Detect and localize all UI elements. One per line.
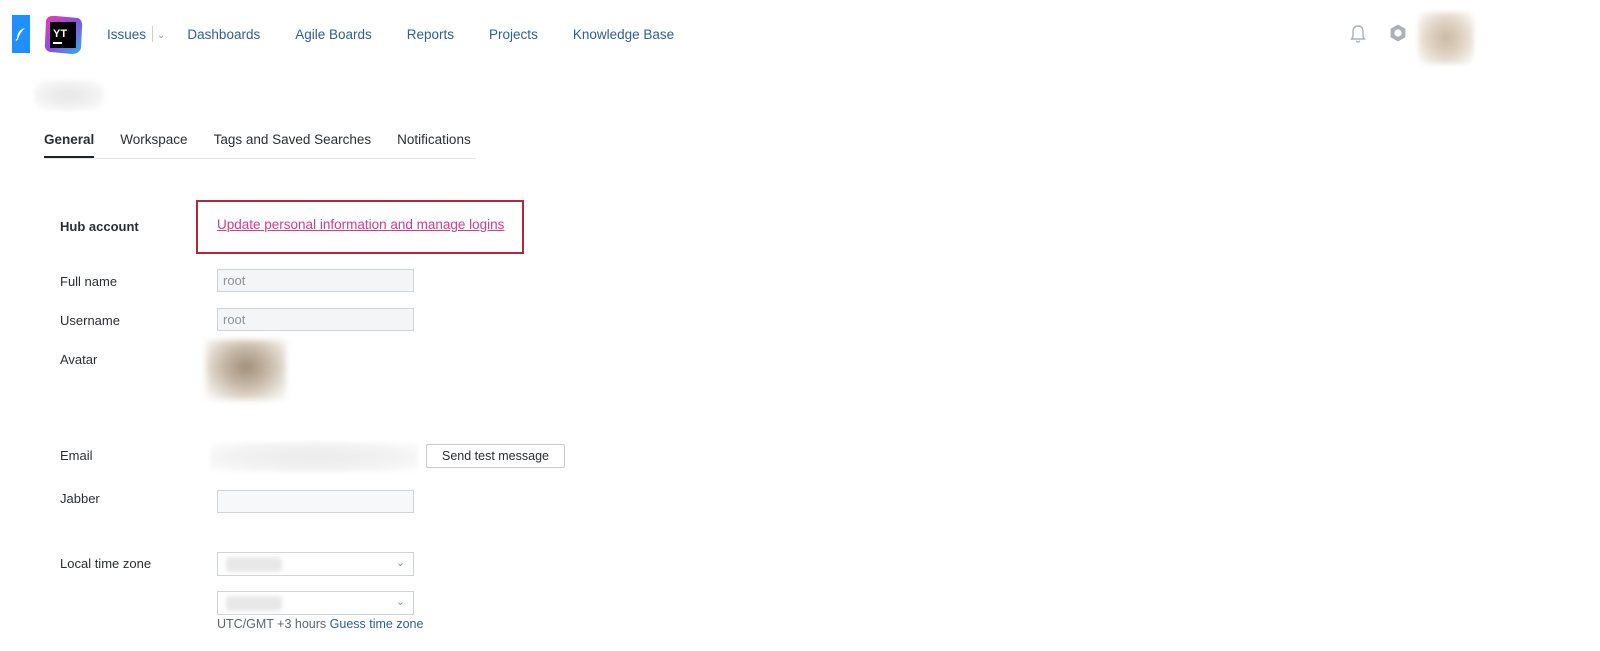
bell-icon[interactable] — [1349, 24, 1367, 47]
full-name-field[interactable] — [217, 269, 414, 292]
main-nav: Issues ⌄ Dashboards Agile Boards Reports… — [107, 26, 709, 42]
timezone-info: UTC/GMT +3 hours Guess time zone — [217, 617, 423, 631]
nav-issues[interactable]: Issues ⌄ — [107, 26, 165, 42]
youtrack-logo-icon[interactable]: YT — [42, 14, 84, 56]
timezone-city-value — [226, 596, 282, 611]
avatar-label: Avatar — [60, 352, 98, 367]
tab-general[interactable]: General — [44, 132, 95, 158]
nav-issues-label[interactable]: Issues — [107, 27, 146, 42]
full-name-label: Full name — [60, 274, 118, 289]
tab-workspace[interactable]: Workspace — [120, 132, 187, 158]
hub-account-label: Hub account — [60, 219, 139, 234]
nav-separator — [152, 26, 154, 42]
timezone-region-value — [226, 557, 282, 572]
timezone-region-select[interactable]: ⌄ — [217, 552, 414, 576]
send-test-message-button[interactable]: Send test message — [426, 444, 565, 468]
avatar[interactable] — [206, 340, 286, 400]
logo-text: YT — [53, 28, 67, 40]
tab-notifications[interactable]: Notifications — [397, 132, 471, 158]
nav-reports[interactable]: Reports — [407, 27, 454, 42]
nav-agile-boards[interactable]: Agile Boards — [295, 27, 372, 42]
profile-tabs: General Workspace Tags and Saved Searche… — [44, 132, 476, 159]
update-personal-info-link[interactable]: Update personal information and manage l… — [217, 217, 504, 232]
email-value — [210, 442, 418, 472]
tab-tags-saved-searches[interactable]: Tags and Saved Searches — [214, 132, 372, 158]
gear-icon[interactable] — [1388, 23, 1408, 46]
jabber-field[interactable] — [217, 490, 414, 513]
email-label: Email — [60, 448, 93, 463]
page-title — [34, 80, 104, 110]
feather-icon[interactable] — [12, 15, 30, 53]
guess-timezone-link[interactable]: Guess time zone — [330, 617, 424, 631]
nav-projects[interactable]: Projects — [489, 27, 538, 42]
chevron-down-icon: ⌄ — [395, 596, 405, 608]
chevron-down-icon[interactable]: ⌄ — [157, 30, 165, 41]
timezone-label: Local time zone — [60, 556, 152, 571]
username-label: Username — [60, 313, 120, 328]
nav-dashboards[interactable]: Dashboards — [187, 27, 260, 42]
timezone-city-select[interactable]: ⌄ — [217, 591, 414, 615]
top-bar: YT Issues ⌄ Dashboards Agile Boards Repo… — [0, 0, 1600, 68]
user-avatar[interactable] — [1418, 12, 1474, 64]
username-field[interactable] — [217, 308, 414, 331]
chevron-down-icon: ⌄ — [395, 557, 405, 569]
timezone-offset: UTC/GMT +3 hours — [217, 617, 327, 631]
jabber-label: Jabber — [60, 491, 100, 506]
nav-knowledge-base[interactable]: Knowledge Base — [573, 27, 674, 42]
